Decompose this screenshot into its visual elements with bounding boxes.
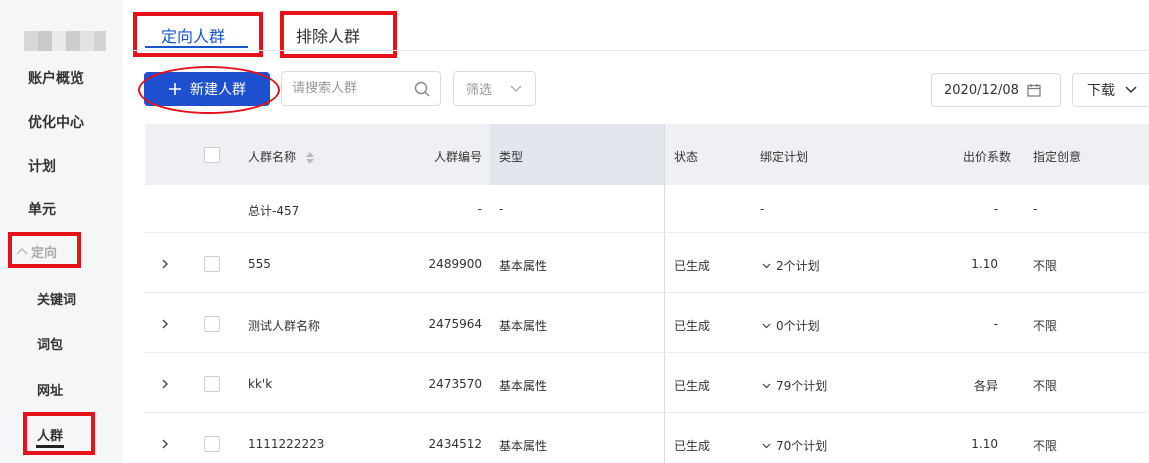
download-dropdown[interactable]: 下载: [1072, 73, 1149, 107]
calendar-icon: [1027, 84, 1041, 97]
row-bid: 1.10: [971, 437, 998, 451]
chevron-right-icon[interactable]: [161, 438, 169, 450]
row-plans-label: 0个计划: [776, 319, 820, 333]
row-name[interactable]: 555: [248, 257, 271, 271]
column-header-name[interactable]: 人群名称: [248, 148, 314, 165]
chevron-down-icon: [762, 263, 771, 268]
column-header-plans: 绑定计划: [760, 150, 809, 164]
row-checkbox[interactable]: [204, 256, 220, 272]
row-status: 已生成: [674, 259, 711, 273]
column-header-type: 类型: [499, 150, 524, 164]
row-bid: 1.10: [971, 257, 998, 271]
chevron-right-icon[interactable]: [161, 258, 169, 270]
total-name: 总计-457: [248, 204, 300, 218]
highlight-box-audiences: [23, 412, 95, 455]
search-icon[interactable]: [414, 81, 430, 97]
chevron-down-icon: [762, 443, 771, 448]
chevron-right-icon[interactable]: [161, 318, 169, 330]
row-divider: [145, 232, 1149, 233]
row-status: 已生成: [674, 439, 711, 453]
row-status: 已生成: [674, 379, 711, 393]
highlight-box-targeting: [8, 232, 81, 268]
sidebar-item-optimization[interactable]: 优化中心: [28, 112, 84, 132]
select-all-checkbox[interactable]: [204, 147, 220, 163]
search-input[interactable]: [292, 81, 410, 96]
row-plans[interactable]: 70个计划: [762, 437, 827, 454]
row-id: 2473570: [428, 377, 482, 391]
chevron-right-icon[interactable]: [161, 378, 169, 390]
column-header-status: 状态: [674, 150, 699, 164]
column-header-name-label: 人群名称: [248, 150, 297, 164]
chevron-down-icon: [762, 323, 771, 328]
tabs-divider: [132, 50, 1149, 51]
column-header-id: 人群编号: [433, 150, 482, 164]
sidebar-item-keywords[interactable]: 关键词: [37, 289, 76, 308]
row-status: 已生成: [674, 319, 711, 333]
total-plans: -: [760, 202, 765, 216]
row-name[interactable]: 测试人群名称: [248, 317, 320, 334]
row-checkbox[interactable]: [204, 316, 220, 332]
row-plans[interactable]: 2个计划: [762, 257, 820, 274]
sidebar-item-unit[interactable]: 单元: [28, 199, 56, 219]
row-plans-label: 2个计划: [776, 259, 820, 273]
row-divider: [145, 412, 1149, 413]
total-creative: -: [1033, 202, 1038, 216]
row-checkbox[interactable]: [204, 376, 220, 392]
row-bid: 各异: [973, 379, 998, 393]
sidebar-item-overview[interactable]: 账户概览: [28, 68, 84, 88]
sidebar-item-plan[interactable]: 计划: [28, 156, 56, 176]
search-box[interactable]: [281, 71, 441, 106]
sidebar-item-word-packages[interactable]: 词包: [37, 334, 63, 353]
row-divider: [145, 352, 1149, 353]
row-divider: [145, 292, 1149, 293]
sort-icon[interactable]: [305, 151, 314, 164]
download-label: 下载: [1087, 83, 1115, 99]
sidebar: 账户概览 优化中心 计划 单元 定向 关键词 词包 网址 人群: [0, 0, 122, 463]
row-name[interactable]: kk'k: [248, 377, 272, 391]
row-name[interactable]: 1111222223: [248, 437, 324, 451]
chevron-down-icon: [510, 85, 522, 92]
row-type: 基本属性: [499, 259, 548, 273]
filter-label: 筛选: [466, 83, 493, 98]
row-type: 基本属性: [499, 439, 548, 453]
row-creative: 不限: [1033, 379, 1058, 393]
row-plans[interactable]: 79个计划: [762, 377, 827, 394]
row-id: 2434512: [428, 437, 482, 451]
row-plans-label: 79个计划: [776, 379, 828, 393]
total-id: -: [477, 202, 482, 216]
chevron-down-icon: [1125, 86, 1137, 94]
row-checkbox[interactable]: [204, 436, 220, 452]
row-creative: 不限: [1033, 439, 1058, 453]
row-bid: -: [993, 317, 998, 331]
row-creative: 不限: [1033, 319, 1058, 333]
filter-dropdown[interactable]: 筛选: [453, 71, 536, 106]
chevron-down-icon: [762, 383, 771, 388]
column-header-bid: 出价系数: [962, 150, 1011, 164]
total-bid: -: [993, 202, 998, 216]
column-header-creative: 指定创意: [1033, 150, 1082, 164]
row-type: 基本属性: [499, 379, 548, 393]
date-value: 2020/12/08: [944, 82, 1019, 98]
row-type: 基本属性: [499, 319, 548, 333]
date-picker[interactable]: 2020/12/08: [931, 73, 1061, 107]
highlight-ellipse-new-button: [138, 66, 280, 114]
row-plans-label: 70个计划: [776, 439, 828, 453]
row-id: 2475964: [428, 317, 482, 331]
sidebar-item-urls[interactable]: 网址: [37, 380, 63, 399]
row-plans[interactable]: 0个计划: [762, 317, 820, 334]
total-type: -: [499, 202, 504, 216]
row-creative: 不限: [1033, 259, 1058, 273]
account-logo: [24, 31, 106, 51]
row-id: 2489900: [428, 257, 482, 271]
